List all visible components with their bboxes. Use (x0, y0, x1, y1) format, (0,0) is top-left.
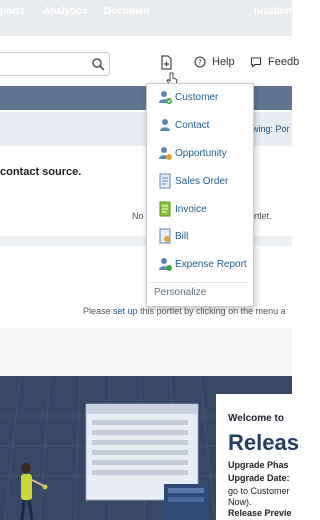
upgrade-date: Upgrade Date: (228, 473, 290, 483)
menu-item-customer[interactable]: Customer (158, 87, 218, 107)
customer-icon (159, 91, 172, 104)
invoice-icon (159, 201, 171, 217)
customer-text: go to Customer (228, 486, 290, 496)
help-label: Help (212, 56, 235, 68)
menu-divider (150, 282, 248, 283)
menu-item-label: Sales Order (175, 175, 229, 187)
menu-item-label: Expense Report (175, 258, 247, 270)
setup-link[interactable]: set up (113, 306, 138, 316)
nav-item-reports[interactable]: ports (0, 6, 25, 17)
now-text: Now). (228, 497, 252, 507)
portlet-empty-message-end: rtlet. (254, 211, 272, 221)
menu-item-invoice[interactable]: Invoice (158, 199, 207, 219)
setup-message: Please set up this portlet by clicking o… (83, 306, 286, 316)
menu-item-bill[interactable]: Bill (158, 226, 188, 246)
menu-personalize[interactable]: Personalize (154, 287, 206, 298)
menu-item-label: Bill (175, 230, 189, 242)
release-title: Releas (228, 430, 299, 455)
portlet-empty-message-start: No (132, 211, 144, 221)
portlet-title: contact source. (0, 166, 82, 178)
feedback-link[interactable]: Feedb (250, 56, 299, 68)
setup-suffix: this portlet by clicking on the menu a (140, 306, 286, 316)
menu-item-label: Invoice (175, 203, 207, 215)
contact-icon (160, 119, 170, 131)
bill-icon (159, 228, 171, 244)
opportunity-icon (159, 147, 172, 160)
help-link[interactable]: ? Help (194, 56, 235, 68)
help-icon: ? (194, 56, 206, 68)
sales-order-icon (159, 173, 171, 189)
feedback-label: Feedb (268, 56, 300, 68)
menu-item-sales-order[interactable]: Sales Order (158, 171, 228, 191)
menu-item-contact[interactable]: Contact (158, 115, 209, 135)
menu-item-label: Contact (175, 119, 210, 131)
menu-item-expense-report[interactable]: Expense Report (158, 254, 247, 274)
portlet-gap (0, 328, 292, 376)
menu-item-label: Opportunity (175, 147, 227, 159)
welcome-heading: Welcome to (228, 413, 284, 424)
create-new-icon[interactable] (158, 55, 174, 71)
menu-item-label: Customer (175, 91, 219, 103)
search-icon[interactable] (91, 57, 105, 71)
nav-item-analytics[interactable]: Analytics (43, 6, 87, 17)
expense-report-icon (159, 258, 172, 271)
nav-item-documents[interactable]: Documen (104, 6, 150, 17)
release-preview: Release Previe (228, 508, 292, 518)
strip-text[interactable]: wing: Por (252, 124, 290, 134)
menu-item-opportunity[interactable]: Opportunity (158, 143, 227, 163)
svg-text:?: ? (198, 59, 202, 67)
setup-prefix: Please (83, 306, 111, 316)
feedback-icon (250, 57, 262, 68)
nav-item-organization[interactable]: nization (254, 6, 292, 17)
upgrade-phase: Upgrade Phas (228, 460, 289, 470)
